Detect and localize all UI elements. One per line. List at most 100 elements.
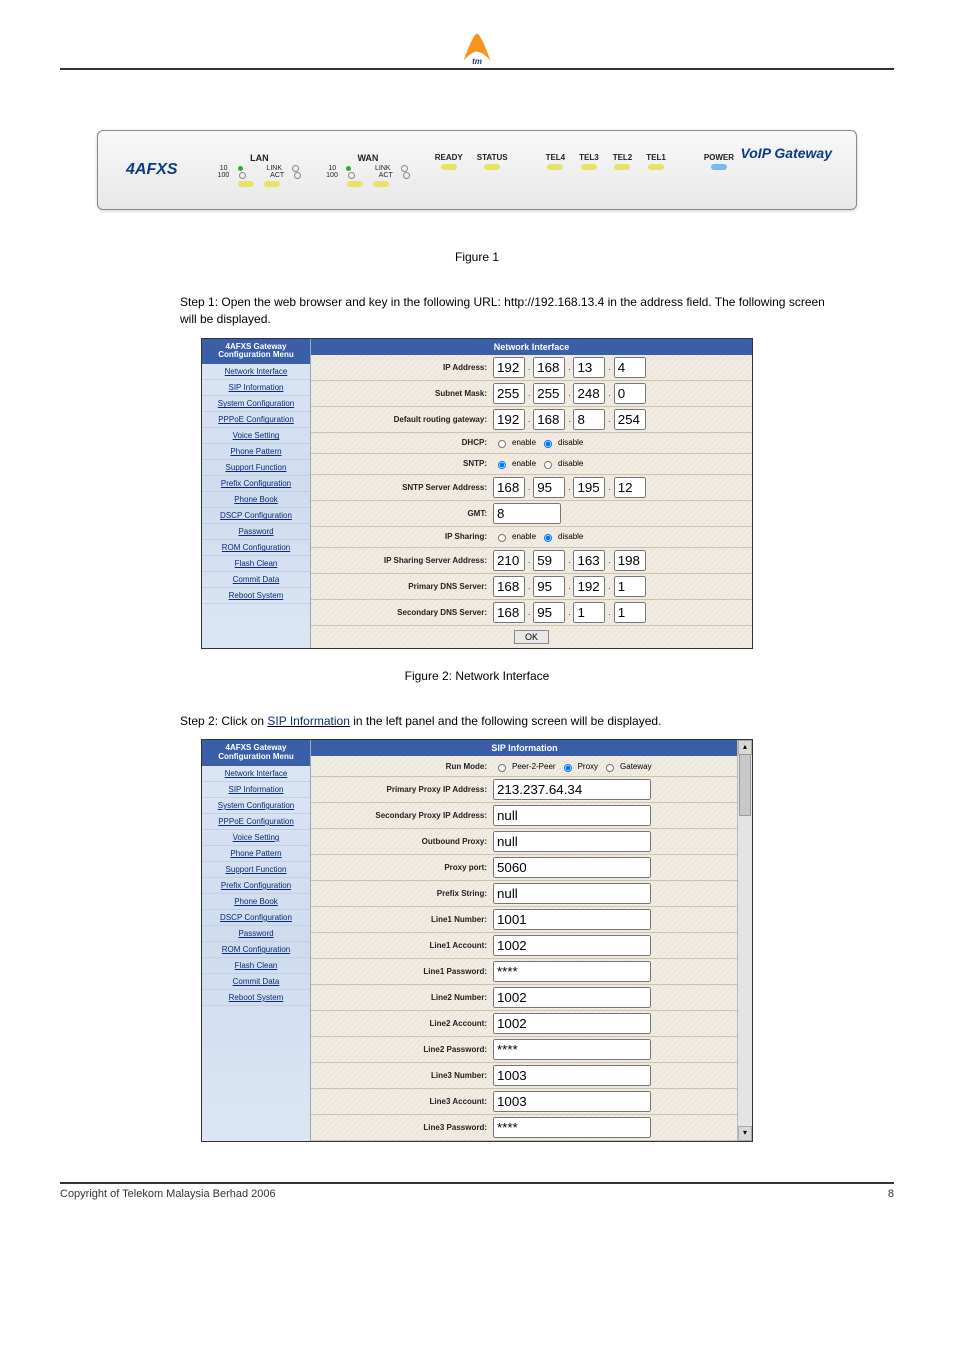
sidebar-item-flash[interactable]: Flash Clean xyxy=(202,556,310,572)
sidebar2-item-reboot[interactable]: Reboot System xyxy=(202,990,310,1006)
panel-title-sip: SIP Information xyxy=(311,740,738,756)
sntp-3[interactable] xyxy=(573,477,605,498)
sidebar2-item-voice[interactable]: Voice Setting xyxy=(202,830,310,846)
scroll-up-icon[interactable]: ▴ xyxy=(738,740,752,755)
ip-4[interactable] xyxy=(614,357,646,378)
gw-3[interactable] xyxy=(573,409,605,430)
sidebar2-item-sip[interactable]: SIP Information xyxy=(202,782,310,798)
gw-4[interactable] xyxy=(614,409,646,430)
mask-2[interactable] xyxy=(533,383,565,404)
brand-voip: VoIP Gateway xyxy=(740,145,832,161)
sidebar-title-2: 4AFXS Gateway Configuration Menu xyxy=(202,740,310,766)
proxy-port-input[interactable] xyxy=(493,857,651,878)
sidebar2-item-phone-pattern[interactable]: Phone Pattern xyxy=(202,846,310,862)
prefix-string-input[interactable] xyxy=(493,883,651,904)
dhcp-disable-radio[interactable] xyxy=(544,440,552,448)
sidebar2-item-pppoe[interactable]: PPPoE Configuration xyxy=(202,814,310,830)
lan-led-group: LAN 10 LINK 100 ACT xyxy=(218,153,302,187)
gw-2[interactable] xyxy=(533,409,565,430)
dhcp-enable-radio[interactable] xyxy=(498,440,506,448)
sidebar-item-dscp[interactable]: DSCP Configuration xyxy=(202,508,310,524)
sntp-1[interactable] xyxy=(493,477,525,498)
screenshot-network-interface: 4AFXS Gateway Configuration Menu Network… xyxy=(201,338,753,649)
sidebar-item-phonebook[interactable]: Phone Book xyxy=(202,492,310,508)
gmt-input[interactable] xyxy=(493,503,561,524)
secondary-proxy-input[interactable] xyxy=(493,805,651,826)
pdns-1[interactable] xyxy=(493,576,525,597)
primary-proxy-input[interactable] xyxy=(493,779,651,800)
ipshare-2[interactable] xyxy=(533,550,565,571)
runmode-proxy[interactable] xyxy=(564,764,572,772)
sidebar2-item-prefix[interactable]: Prefix Configuration xyxy=(202,878,310,894)
sidebar-item-sip[interactable]: SIP Information xyxy=(202,380,310,396)
sidebar-item-system[interactable]: System Configuration xyxy=(202,396,310,412)
pdns-4[interactable] xyxy=(614,576,646,597)
screenshot-sip-information: 4AFXS Gateway Configuration Menu Network… xyxy=(201,739,753,1142)
sidebar-item-support[interactable]: Support Function xyxy=(202,460,310,476)
sidebar2-item-rom[interactable]: ROM Configuration xyxy=(202,942,310,958)
line3-password-input[interactable] xyxy=(493,1117,651,1138)
sidebar-item-pppoe[interactable]: PPPoE Configuration xyxy=(202,412,310,428)
ipshare-1[interactable] xyxy=(493,550,525,571)
device-front-panel: 4AFXS LAN 10 LINK 100 ACT WAN 10 LINK 10… xyxy=(97,130,857,210)
ip-3[interactable] xyxy=(573,357,605,378)
sntp-4[interactable] xyxy=(614,477,646,498)
sidebar-item-phone-pattern[interactable]: Phone Pattern xyxy=(202,444,310,460)
sip-information-link: SIP Information xyxy=(267,714,350,728)
sidebar2-item-support[interactable]: Support Function xyxy=(202,862,310,878)
mask-4[interactable] xyxy=(614,383,646,404)
sdns-1[interactable] xyxy=(493,602,525,623)
panel-title-network: Network Interface xyxy=(311,339,752,355)
sntp-2[interactable] xyxy=(533,477,565,498)
sdns-2[interactable] xyxy=(533,602,565,623)
sidebar-item-commit[interactable]: Commit Data xyxy=(202,572,310,588)
mask-3[interactable] xyxy=(573,383,605,404)
sidebar2-item-dscp[interactable]: DSCP Configuration xyxy=(202,910,310,926)
pdns-2[interactable] xyxy=(533,576,565,597)
sntp-disable-radio[interactable] xyxy=(544,461,552,469)
mask-1[interactable] xyxy=(493,383,525,404)
ipshare-disable-radio[interactable] xyxy=(544,534,552,542)
line1-number-input[interactable] xyxy=(493,909,651,930)
sidebar2-item-phonebook[interactable]: Phone Book xyxy=(202,894,310,910)
sidebar2-item-system[interactable]: System Configuration xyxy=(202,798,310,814)
ipshare-4[interactable] xyxy=(614,550,646,571)
ipshare-3[interactable] xyxy=(573,550,605,571)
runmode-p2p[interactable] xyxy=(498,764,506,772)
outbound-proxy-input[interactable] xyxy=(493,831,651,852)
line2-number-input[interactable] xyxy=(493,987,651,1008)
line3-number-input[interactable] xyxy=(493,1065,651,1086)
sidebar2-item-commit[interactable]: Commit Data xyxy=(202,974,310,990)
line1-password-input[interactable] xyxy=(493,961,651,982)
runmode-gateway[interactable] xyxy=(606,764,614,772)
ip-2[interactable] xyxy=(533,357,565,378)
line3-account-input[interactable] xyxy=(493,1091,651,1112)
sidebar-item-rom[interactable]: ROM Configuration xyxy=(202,540,310,556)
sidebar-item-prefix[interactable]: Prefix Configuration xyxy=(202,476,310,492)
figure2-caption: Figure 2: Network Interface xyxy=(60,669,894,683)
wan-led-group: WAN 10 LINK 100 ACT xyxy=(326,153,410,187)
sidebar2-item-password[interactable]: Password xyxy=(202,926,310,942)
page-header: tm xyxy=(60,30,894,70)
sdns-4[interactable] xyxy=(614,602,646,623)
line2-account-input[interactable] xyxy=(493,1013,651,1034)
sidebar-item-network[interactable]: Network Interface xyxy=(202,364,310,380)
sidebar-item-password[interactable]: Password xyxy=(202,524,310,540)
ipshare-enable-radio[interactable] xyxy=(498,534,506,542)
line2-password-input[interactable] xyxy=(493,1039,651,1060)
sidebar2-item-flash[interactable]: Flash Clean xyxy=(202,958,310,974)
sidebar-item-reboot[interactable]: Reboot System xyxy=(202,588,310,604)
sidebar2-item-network[interactable]: Network Interface xyxy=(202,766,310,782)
line1-account-input[interactable] xyxy=(493,935,651,956)
sntp-enable-radio[interactable] xyxy=(498,461,506,469)
ok-button[interactable]: OK xyxy=(514,630,549,644)
figure1-caption: Figure 1 xyxy=(60,250,894,264)
scroll-down-icon[interactable]: ▾ xyxy=(738,1126,752,1141)
pdns-3[interactable] xyxy=(573,576,605,597)
vertical-scrollbar[interactable]: ▴ ▾ xyxy=(737,740,752,1141)
scroll-thumb[interactable] xyxy=(739,754,751,816)
gw-1[interactable] xyxy=(493,409,525,430)
sdns-3[interactable] xyxy=(573,602,605,623)
sidebar-item-voice[interactable]: Voice Setting xyxy=(202,428,310,444)
ip-1[interactable] xyxy=(493,357,525,378)
